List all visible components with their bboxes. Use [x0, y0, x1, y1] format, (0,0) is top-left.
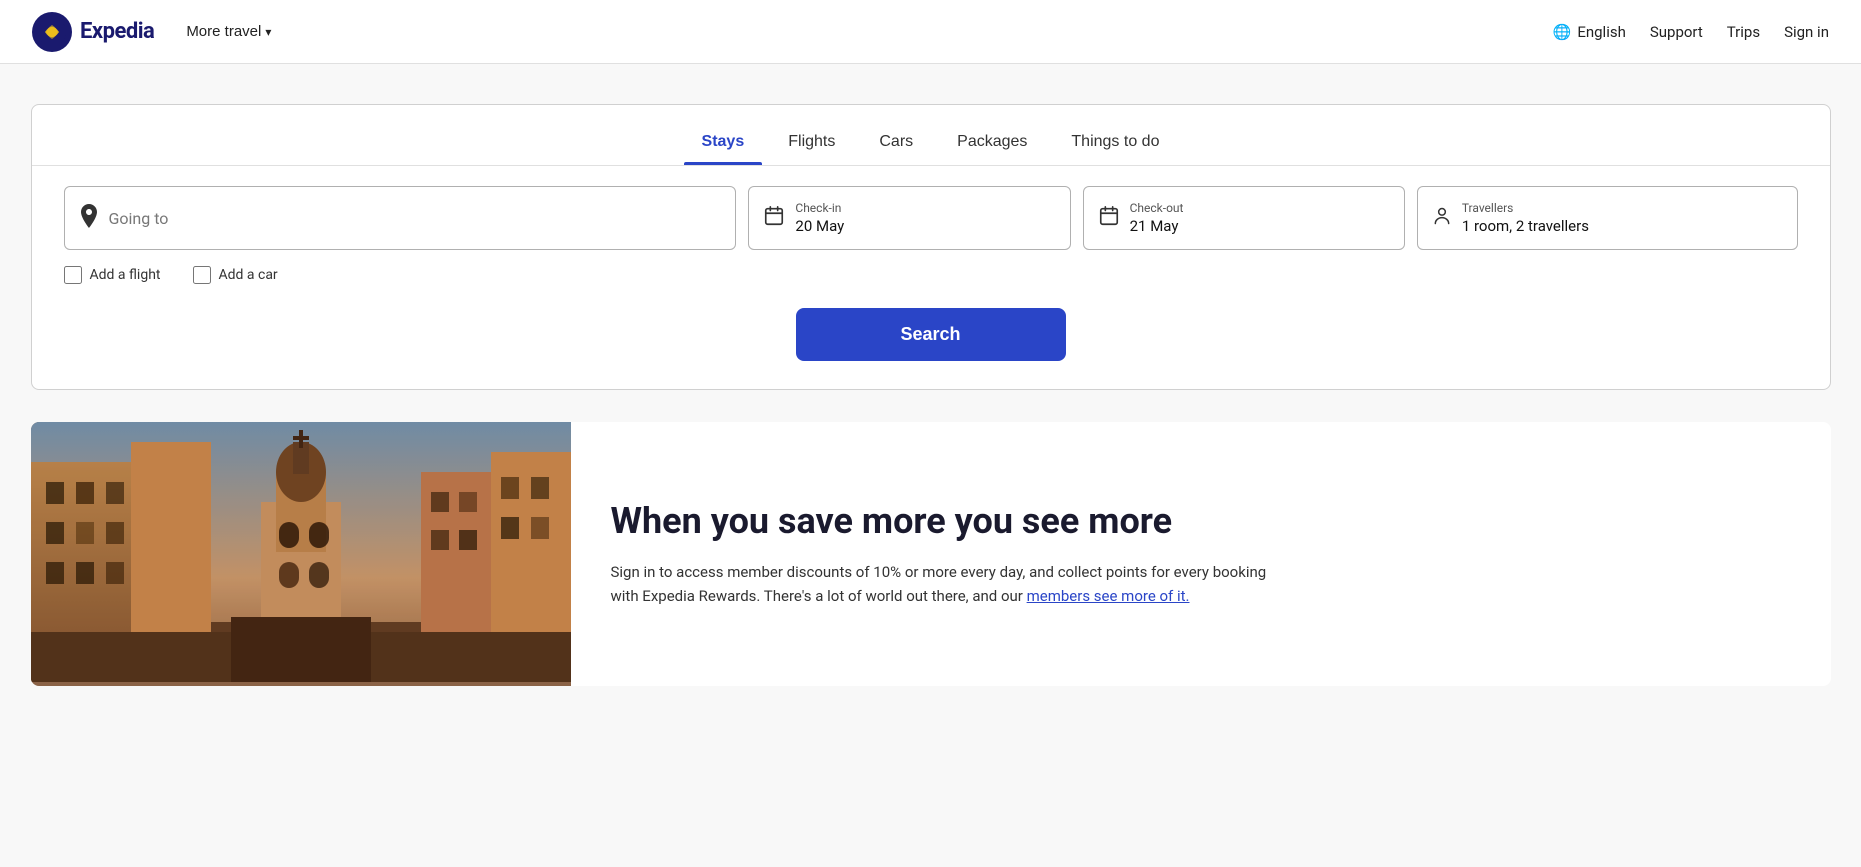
- tab-flights[interactable]: Flights: [770, 123, 853, 165]
- add-flight-checkbox-item[interactable]: Add a flight: [64, 266, 161, 284]
- language-selector[interactable]: 🌐 English: [1553, 23, 1626, 41]
- search-card: Stays Flights Cars Packages Things to do: [31, 104, 1831, 390]
- chevron-down-icon: ▾: [265, 25, 271, 39]
- promo-section: When you save more you see more Sign in …: [31, 422, 1831, 686]
- add-flight-checkbox[interactable]: [64, 266, 82, 284]
- add-car-checkbox-item[interactable]: Add a car: [193, 266, 278, 284]
- promo-content: When you save more you see more Sign in …: [571, 422, 1831, 686]
- trips-label: Trips: [1727, 23, 1760, 41]
- logo-icon: [32, 12, 72, 52]
- more-travel-button[interactable]: More travel ▾: [178, 19, 279, 44]
- trips-link[interactable]: Trips: [1727, 23, 1760, 41]
- expedia-logo[interactable]: Expedia: [32, 12, 154, 52]
- logo-text: Expedia: [80, 19, 154, 44]
- search-row: Search: [32, 296, 1830, 389]
- support-link[interactable]: Support: [1650, 23, 1703, 41]
- checkin-label: Check-in: [795, 201, 844, 215]
- support-label: Support: [1650, 23, 1703, 41]
- travellers-label: Travellers: [1462, 201, 1589, 215]
- header-left: Expedia More travel ▾: [32, 12, 279, 52]
- header-right: 🌐 English Support Trips Sign in: [1553, 23, 1829, 41]
- tab-cars[interactable]: Cars: [861, 123, 931, 165]
- promo-members-link[interactable]: members see more of it.: [1027, 587, 1190, 605]
- add-car-checkbox[interactable]: [193, 266, 211, 284]
- checkout-content: Check-out 21 May: [1130, 201, 1184, 235]
- travellers-value: 1 room, 2 travellers: [1462, 217, 1589, 235]
- checkout-calendar-icon: [1098, 205, 1120, 232]
- checkin-calendar-icon: [763, 205, 785, 232]
- main-content: Stays Flights Cars Packages Things to do: [0, 64, 1861, 706]
- promo-description: Sign in to access member discounts of 10…: [611, 560, 1291, 608]
- checkout-value: 21 May: [1130, 217, 1184, 235]
- more-travel-label: More travel: [186, 23, 261, 40]
- signin-label: Sign in: [1784, 23, 1829, 41]
- signin-link[interactable]: Sign in: [1784, 23, 1829, 41]
- globe-icon: 🌐: [1553, 23, 1572, 41]
- promo-image: [31, 422, 571, 686]
- search-button[interactable]: Search: [796, 308, 1066, 361]
- promo-title: When you save more you see more: [611, 500, 1791, 543]
- checkin-content: Check-in 20 May: [795, 201, 844, 235]
- search-tabs: Stays Flights Cars Packages Things to do: [32, 105, 1830, 166]
- destination-content: Going to: [109, 209, 169, 228]
- tab-stays[interactable]: Stays: [684, 123, 763, 165]
- add-car-label: Add a car: [219, 267, 278, 283]
- travellers-person-icon: [1432, 205, 1452, 232]
- search-form-row: Going to Check-in 20 May: [32, 166, 1830, 262]
- checkin-value: 20 May: [795, 217, 844, 235]
- search-button-label: Search: [900, 324, 960, 344]
- location-pin-icon: [79, 204, 99, 233]
- checkout-field[interactable]: Check-out 21 May: [1083, 186, 1405, 250]
- header: Expedia More travel ▾ 🌐 English Support …: [0, 0, 1861, 64]
- travellers-field[interactable]: Travellers 1 room, 2 travellers: [1417, 186, 1798, 250]
- add-flight-label: Add a flight: [90, 267, 161, 283]
- checkin-field[interactable]: Check-in 20 May: [748, 186, 1070, 250]
- destination-placeholder: Going to: [109, 209, 169, 228]
- language-label: English: [1577, 23, 1626, 41]
- tab-things-to-do[interactable]: Things to do: [1053, 123, 1177, 165]
- destination-field[interactable]: Going to: [64, 186, 737, 250]
- checkout-label: Check-out: [1130, 201, 1184, 215]
- tab-packages[interactable]: Packages: [939, 123, 1045, 165]
- travellers-content: Travellers 1 room, 2 travellers: [1462, 201, 1589, 235]
- checkboxes-row: Add a flight Add a car: [32, 262, 1830, 296]
